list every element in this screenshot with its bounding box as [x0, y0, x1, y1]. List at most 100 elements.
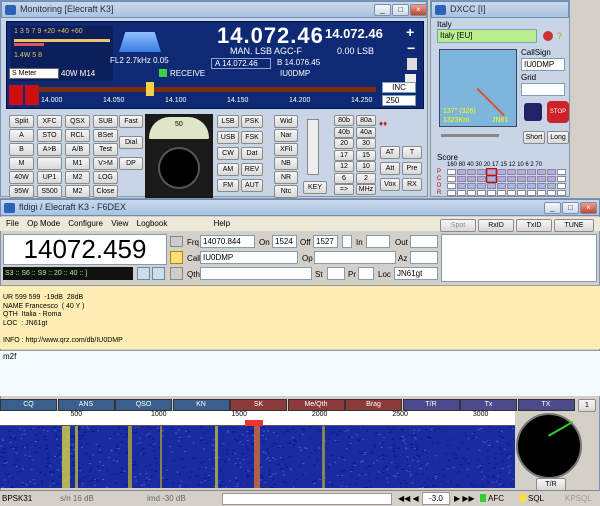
att-button[interactable]: Vox	[380, 178, 400, 191]
mode-button[interactable]: AUT	[241, 179, 263, 192]
band-button[interactable]: 17	[334, 149, 354, 161]
transmit-text-panel[interactable]: m2f	[0, 350, 600, 396]
lock-icon[interactable]	[407, 58, 417, 70]
minus-button[interactable]: −	[407, 40, 415, 56]
macro-button[interactable]: Brag	[345, 399, 402, 411]
rotate-arrow-icon[interactable]	[524, 103, 542, 121]
plus-button[interactable]: +	[406, 24, 414, 40]
macro-button[interactable]: Me/Qth	[287, 399, 345, 411]
qth-icon[interactable]	[170, 267, 183, 280]
call-field[interactable]: IU0DMP	[200, 251, 298, 264]
filter-button[interactable]: NR	[274, 171, 298, 184]
country-field[interactable]: Italy [EU]	[437, 29, 537, 43]
k3-mid-button[interactable]: Fast	[119, 115, 143, 128]
macro-button[interactable]: Tx	[460, 399, 517, 411]
maximize-button[interactable]: □	[562, 202, 579, 214]
az-field[interactable]	[410, 251, 438, 264]
offset-down-arrows[interactable]: ◀◀ ◀	[398, 494, 419, 503]
mode-indicator[interactable]: BPSK31	[2, 494, 32, 503]
dxcc-callsign-field[interactable]: IU0DMP	[521, 58, 565, 71]
key-button[interactable]: KEY	[303, 181, 327, 194]
kpsql-button[interactable]: KPSQL	[565, 494, 592, 503]
k3-mid-button[interactable]: Dial	[119, 136, 143, 149]
k3-button[interactable]: UP1	[37, 171, 62, 184]
log-icon[interactable]	[137, 267, 150, 280]
k3-button[interactable]: S500	[37, 185, 62, 198]
k3-button[interactable]: RCL	[65, 129, 90, 142]
tune-down-arrow[interactable]	[9, 85, 23, 105]
k3-button[interactable]: A/B	[65, 143, 90, 156]
frq-field[interactable]: 14070.844	[200, 235, 255, 248]
band-button[interactable]: 15	[356, 149, 376, 161]
k3-button[interactable]: Test	[93, 143, 118, 156]
close-button[interactable]: ×	[580, 202, 597, 214]
k3-mid-button[interactable]: DP	[119, 157, 143, 170]
mode-button[interactable]: CW	[217, 147, 239, 160]
band-button[interactable]: 40a	[356, 126, 376, 138]
mode-button[interactable]: USB	[217, 131, 239, 144]
k3-button[interactable]: BSet	[93, 129, 118, 142]
k3-button[interactable]: A	[9, 129, 34, 142]
k3-button[interactable]: STO	[37, 129, 62, 142]
filter-button[interactable]: Ntc	[274, 185, 298, 198]
k3-button[interactable]: M1	[65, 157, 90, 170]
offset-field[interactable]: -3.0	[422, 492, 450, 505]
mode-button[interactable]: LSB	[217, 115, 239, 128]
band-button[interactable]: 30	[356, 138, 376, 149]
grid-field[interactable]	[521, 83, 565, 96]
filter-button[interactable]: Wid	[274, 115, 298, 128]
k3-titlebar[interactable]: Monitoring [Elecraft K3] _ □ ×	[1, 1, 427, 18]
att-button[interactable]: Pre	[402, 162, 422, 175]
k3-button[interactable]: M	[9, 157, 34, 170]
op-field[interactable]	[314, 251, 396, 264]
filter-button[interactable]: Nar	[274, 129, 298, 142]
tune-button[interactable]: TUNE	[554, 219, 594, 232]
minimize-button[interactable]: _	[544, 202, 561, 214]
vfo-dial[interactable]: 50	[145, 114, 213, 198]
rxid-button[interactable]: RxID	[478, 219, 514, 232]
band-button[interactable]: =>	[334, 184, 354, 195]
k3-button[interactable]: M2	[65, 185, 90, 198]
filter-button[interactable]: XFil	[274, 143, 298, 156]
k3-button[interactable]: LOG	[93, 171, 118, 184]
spot-button[interactable]: Spot	[440, 219, 476, 232]
call-lookup-icon[interactable]	[170, 251, 183, 264]
att-button[interactable]: RX	[402, 178, 422, 191]
band-cursor[interactable]	[146, 82, 154, 96]
help-icon[interactable]: ?	[557, 31, 562, 41]
att-button[interactable]: T	[402, 146, 422, 159]
band-bar[interactable]	[38, 87, 376, 92]
fldigi-titlebar[interactable]: fldigi / Elecraft K3 - F6DEX _ □ ×	[0, 199, 600, 216]
macro-page-indicator[interactable]: 1	[578, 399, 596, 412]
qth-field[interactable]	[200, 267, 312, 280]
sql-button[interactable]: SQL	[528, 494, 544, 503]
notes-field[interactable]	[441, 234, 597, 282]
k3-button[interactable]: XFC	[37, 115, 62, 128]
macro-button[interactable]: TX	[517, 399, 575, 411]
band-button[interactable]: 2	[356, 172, 376, 184]
receive-text-panel[interactable]: UR 599 599 -19dB 28dB NAME Francesco ( 4…	[0, 285, 600, 349]
meter-select[interactable]: S Meter	[9, 68, 59, 79]
macro-button[interactable]: T/R	[402, 399, 460, 411]
att-button[interactable]: Att	[380, 162, 400, 175]
time-off-field[interactable]: 1527	[313, 235, 338, 248]
waterfall-svg[interactable]	[0, 426, 515, 488]
mode-button[interactable]: AM	[217, 163, 239, 176]
menu-logbook[interactable]: Logbook	[137, 217, 168, 231]
stop-button[interactable]: STOP	[547, 101, 569, 123]
k3-button[interactable]: M2	[65, 171, 90, 184]
offset-up-arrows[interactable]: ▶ ▶▶	[454, 494, 475, 503]
menu-configure[interactable]: Configure	[68, 217, 103, 231]
frequency-icon[interactable]	[170, 236, 183, 247]
k3-button[interactable]: V>M	[93, 157, 118, 170]
big-frequency-display[interactable]: 14072.459	[3, 234, 167, 265]
mode-button[interactable]: Dat	[241, 147, 263, 160]
mode-button[interactable]: PSK	[241, 115, 263, 128]
k3-button[interactable]: QSX	[65, 115, 90, 128]
inc-button[interactable]: INC	[382, 82, 416, 93]
txid-button[interactable]: TxID	[516, 219, 552, 232]
maximize-button[interactable]: □	[392, 4, 409, 16]
band-button[interactable]: 80a	[356, 115, 376, 126]
rotor-slider[interactable]	[441, 134, 499, 137]
k3-button[interactable]: A>B	[37, 143, 62, 156]
